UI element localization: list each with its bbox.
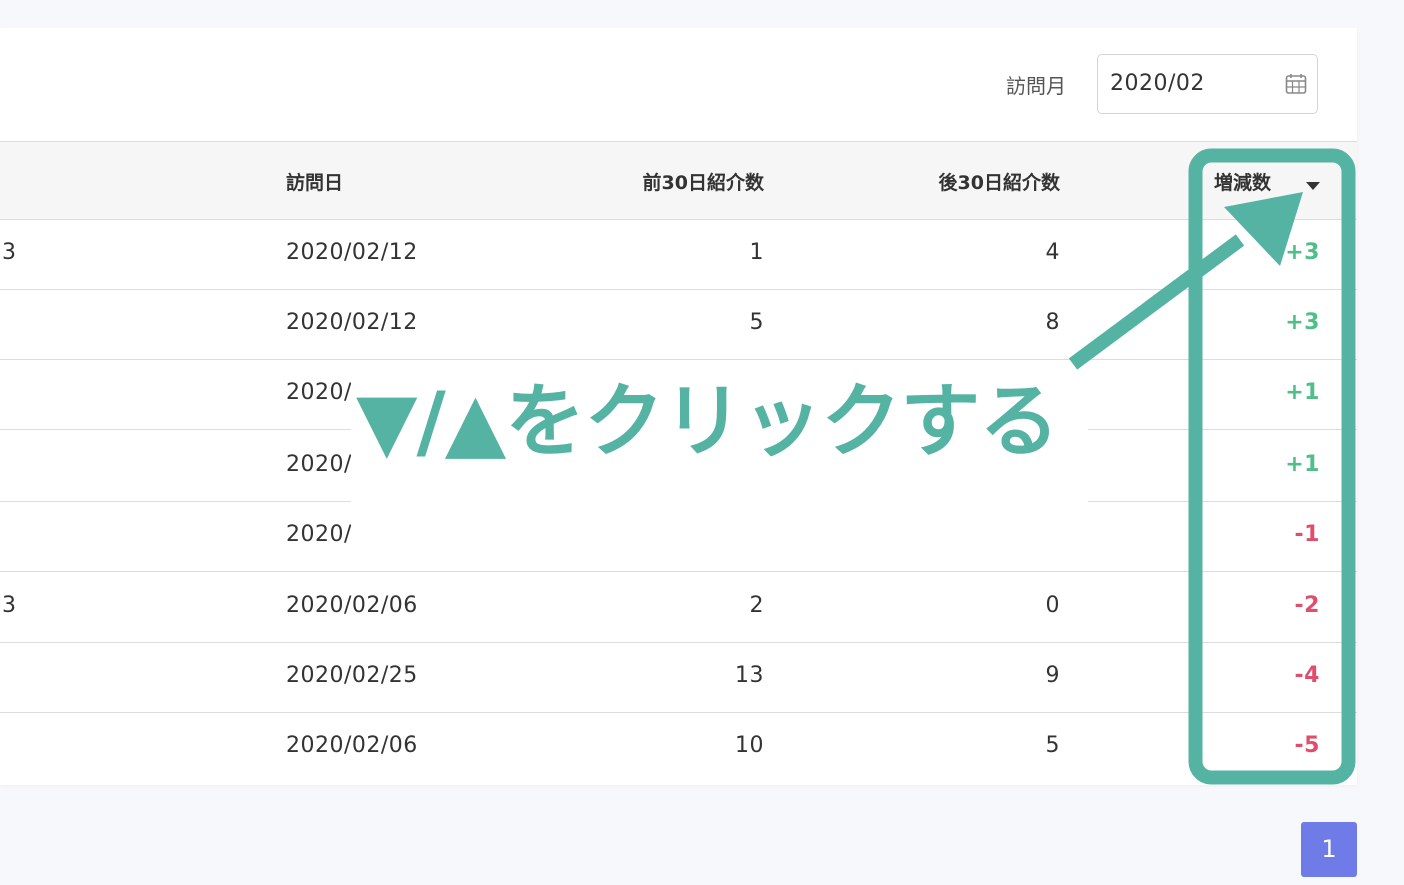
pagination-page-1[interactable]: 1 bbox=[1301, 822, 1357, 877]
annotation-highlight bbox=[1068, 148, 1356, 785]
arrow-shaft bbox=[1068, 234, 1245, 370]
arrow-head bbox=[1224, 192, 1303, 266]
